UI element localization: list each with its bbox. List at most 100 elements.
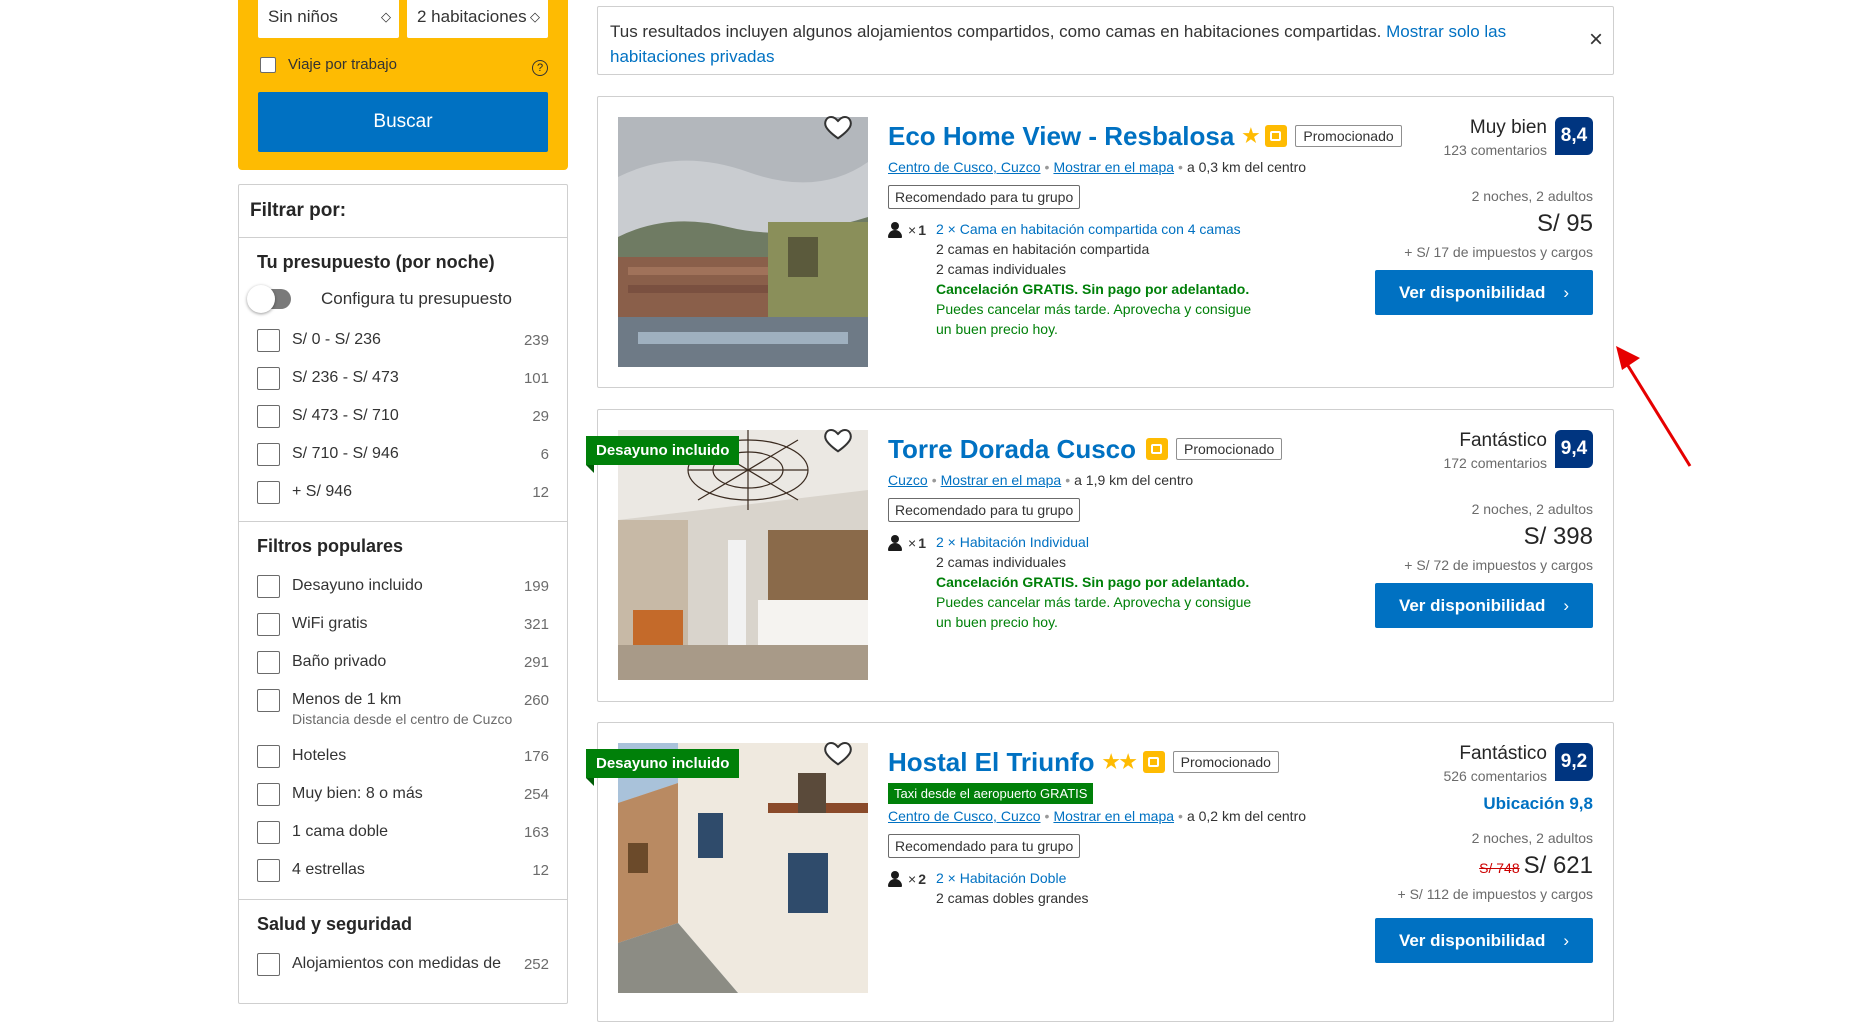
filter-option[interactable]: S/ 236 - S/ 473 101 <box>239 359 567 397</box>
filter-checkbox[interactable] <box>257 688 280 712</box>
separator-dot: • <box>1044 159 1050 175</box>
taxes: + S/ 72 de impuestos y cargos <box>1404 557 1593 573</box>
shared-accommodation-banner: Tus resultados incluyen algunos alojamie… <box>597 6 1614 75</box>
taxes: + S/ 112 de impuestos y cargos <box>1397 886 1593 902</box>
filter-label: Menos de 1 km <box>292 691 402 708</box>
review-count: 172 comentarios <box>1443 455 1547 471</box>
map-link[interactable]: Mostrar en el mapa <box>1053 808 1174 824</box>
filter-checkbox[interactable] <box>257 858 280 882</box>
review-score[interactable]: Fantástico 172 comentarios 9,4 <box>1333 430 1593 471</box>
filter-option[interactable]: S/ 0 - S/ 236 239 <box>239 321 567 359</box>
thumbs-up-icon <box>1146 438 1169 460</box>
filter-option[interactable]: 4 estrellas 12 <box>239 851 567 889</box>
hotel-photo[interactable] <box>618 117 868 367</box>
filters-title: Filtrar por: <box>239 185 567 238</box>
map-link[interactable]: Mostrar en el mapa <box>1053 159 1174 175</box>
room-details: 2 × Habitación Individual 2 camas indivi… <box>936 532 1256 632</box>
breakfast-ribbon: Desayuno incluido <box>586 436 740 473</box>
filter-checkbox[interactable] <box>257 952 280 976</box>
see-availability-button[interactable]: Ver disponibilidad › <box>1375 583 1593 628</box>
filter-label: S/ 0 - S/ 236 <box>292 331 381 348</box>
see-availability-button[interactable]: Ver disponibilidad › <box>1375 918 1593 963</box>
filter-checkbox[interactable] <box>257 744 280 768</box>
filter-checkbox[interactable] <box>257 782 280 806</box>
filter-checkbox[interactable] <box>257 442 280 466</box>
filter-checkbox[interactable] <box>257 574 280 598</box>
chevron-updown-icon: ◇ <box>381 9 391 24</box>
filter-count: 12 <box>532 861 549 879</box>
filter-label: + S/ 946 <box>292 483 353 500</box>
review-score[interactable]: Fantástico 526 comentarios 9,2 <box>1333 743 1593 784</box>
search-button[interactable]: Buscar <box>258 92 548 152</box>
filter-checkbox[interactable] <box>257 650 280 674</box>
stay-details: 2 noches, 2 adultos <box>1471 188 1593 204</box>
score-label: Fantástico <box>1459 430 1547 451</box>
score-badge: 9,2 <box>1555 743 1593 781</box>
star-rating-icon: ★ <box>1242 125 1260 147</box>
heart-icon[interactable] <box>823 112 853 142</box>
close-icon[interactable]: × <box>1589 27 1603 52</box>
location-row: Centro de Cusco, Cuzco • Mostrar en el map… <box>888 159 1408 175</box>
separator-dot: • <box>1044 808 1050 824</box>
room-type[interactable]: 2 × Cama en habitación compartida con 4 … <box>936 219 1256 239</box>
filter-option[interactable]: S/ 710 - S/ 946 6 <box>239 435 567 473</box>
filter-count: 199 <box>523 577 549 595</box>
work-trip-checkbox[interactable] <box>260 56 276 73</box>
filter-option[interactable]: + S/ 946 12 <box>239 473 567 511</box>
original-price: S/ 748 <box>1479 860 1520 876</box>
filter-option[interactable]: Muy bien: 8 o más 254 <box>239 775 567 813</box>
work-trip-option[interactable]: Viaje por trabajo <box>260 56 397 73</box>
location-score: Ubicación 9,8 <box>1483 794 1593 813</box>
room-details: 2 × Cama en habitación compartida con 4 … <box>936 219 1256 339</box>
breakfast-ribbon: Desayuno incluido <box>586 749 740 786</box>
review-count: 526 comentarios <box>1443 768 1547 784</box>
room-type[interactable]: 2 × Habitación Doble <box>936 868 1089 888</box>
filter-count: 291 <box>523 653 549 671</box>
occupancy: × 2 <box>888 868 936 908</box>
see-availability-button[interactable]: Ver disponibilidad › <box>1375 270 1593 315</box>
help-icon[interactable]: ? <box>532 60 548 76</box>
hotel-name[interactable]: Torre Dorada Cusco <box>888 434 1136 465</box>
rooms-select[interactable]: 2 habitaciones ◇ <box>407 0 548 38</box>
hotel-name-row: Hostal El Triunfo ★★ Promocionado <box>888 743 1408 781</box>
popular-filters-section: Filtros populares Desayuno incluido 199 W… <box>239 522 567 900</box>
filter-checkbox[interactable] <box>257 404 280 428</box>
filter-checkbox[interactable] <box>257 480 280 504</box>
review-score[interactable]: Muy bien 123 comentarios 8,4 <box>1333 117 1593 158</box>
occupancy: × 1 <box>888 532 936 632</box>
room-type[interactable]: 2 × Habitación Individual <box>936 532 1256 552</box>
distance-text: a 0,2 km del centro <box>1186 808 1307 824</box>
children-select[interactable]: Sin niños ◇ <box>258 0 399 38</box>
location-link[interactable]: Centro de Cusco, Cuzco <box>888 808 1041 824</box>
filter-option[interactable]: S/ 473 - S/ 710 29 <box>239 397 567 435</box>
hotel-name[interactable]: Hostal El Triunfo <box>888 747 1095 778</box>
filter-option[interactable]: Hoteles 176 <box>239 737 567 775</box>
filter-option[interactable]: WiFi gratis 321 <box>239 605 567 643</box>
location-link[interactable]: Cuzco <box>888 472 928 488</box>
filter-label: S/ 473 - S/ 710 <box>292 407 399 424</box>
heart-icon[interactable] <box>823 738 853 768</box>
filter-checkbox[interactable] <box>257 820 280 844</box>
filter-checkbox[interactable] <box>257 328 280 352</box>
filter-count: 29 <box>532 407 549 425</box>
filter-option[interactable]: Alojamientos con medidas de 252 <box>239 945 567 983</box>
location-link[interactable]: Centro de Cusco, Cuzco <box>888 159 1041 175</box>
filter-checkbox[interactable] <box>257 612 280 636</box>
filter-option[interactable]: 1 cama doble 163 <box>239 813 567 851</box>
map-link[interactable]: Mostrar en el mapa <box>941 472 1062 488</box>
hotel-photo[interactable] <box>618 430 868 680</box>
budget-toggle[interactable] <box>247 285 291 313</box>
filter-option[interactable]: Baño privado 291 <box>239 643 567 681</box>
filter-option[interactable]: Desayuno incluido 199 <box>239 567 567 605</box>
budget-toggle-row[interactable]: Configura tu presupuesto <box>239 283 567 315</box>
room-details: 2 × Habitación Doble 2 camas dobles gran… <box>936 868 1089 908</box>
hotel-card: Desayuno incluido Torre Dorada Cusco Pro… <box>586 409 1614 702</box>
filter-count: 176 <box>523 747 549 765</box>
cancellation-note: Puedes cancelar más tarde. Aprovecha y c… <box>936 301 1252 337</box>
heart-icon[interactable] <box>823 425 853 455</box>
filter-checkbox[interactable] <box>257 366 280 390</box>
hotel-photo[interactable] <box>618 743 868 993</box>
hotel-info: Eco Home View - Resbalosa ★ Promocionado… <box>888 117 1408 339</box>
filter-count: 101 <box>523 369 549 387</box>
hotel-name[interactable]: Eco Home View - Resbalosa <box>888 121 1234 152</box>
